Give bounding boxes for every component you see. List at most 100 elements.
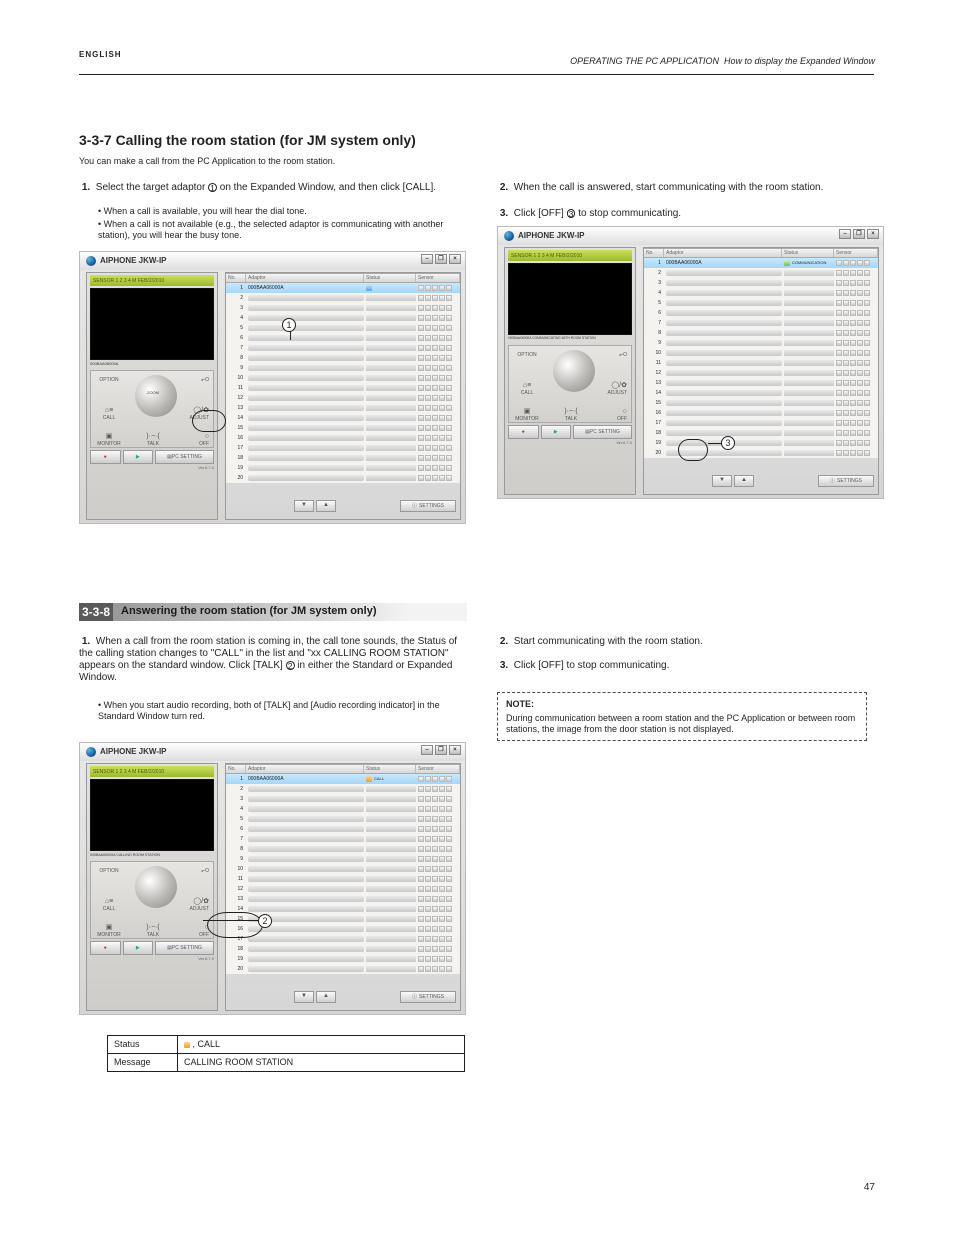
pc-setting-button[interactable]: ▤ PC SETTING bbox=[155, 941, 214, 955]
list-row[interactable]: 13 bbox=[644, 378, 878, 388]
page-up-button[interactable]: ▲ bbox=[316, 991, 336, 1003]
list-row[interactable]: 7 bbox=[226, 343, 460, 353]
list-row[interactable]: 2 bbox=[226, 784, 460, 794]
list-row[interactable]: 14 bbox=[226, 904, 460, 914]
list-row-selected[interactable]: 1 000BAA06000A bbox=[226, 283, 460, 293]
list-row[interactable]: 4 bbox=[226, 804, 460, 814]
settings-button[interactable]: ⓘ SETTINGS bbox=[818, 475, 874, 487]
list-row[interactable]: 8 bbox=[226, 844, 460, 854]
play-button[interactable]: ▶ bbox=[541, 425, 572, 439]
talk-button[interactable]: )·−·(TALK bbox=[557, 408, 585, 422]
list-row[interactable]: 18 bbox=[644, 428, 878, 438]
list-row[interactable]: 17 bbox=[226, 443, 460, 453]
off-button[interactable]: ○OFF bbox=[603, 408, 627, 422]
monitor-button[interactable]: ▣MONITOR bbox=[95, 924, 123, 938]
list-row[interactable]: 19 bbox=[226, 463, 460, 473]
list-row[interactable]: 15 bbox=[226, 423, 460, 433]
list-row[interactable]: 3 bbox=[226, 303, 460, 313]
list-row[interactable]: 5 bbox=[226, 814, 460, 824]
list-row[interactable]: 3 bbox=[226, 794, 460, 804]
option-button[interactable]: OPTION bbox=[95, 868, 123, 874]
list-row[interactable]: 10 bbox=[226, 864, 460, 874]
list-row[interactable]: 16 bbox=[226, 433, 460, 443]
off-button[interactable]: ○OFF bbox=[185, 433, 209, 447]
list-row[interactable]: 19 bbox=[226, 954, 460, 964]
list-row[interactable]: 6 bbox=[226, 824, 460, 834]
list-row[interactable]: 7 bbox=[226, 834, 460, 844]
page-down-button[interactable]: ▼ bbox=[294, 991, 314, 1003]
page-down-button[interactable]: ▼ bbox=[712, 475, 732, 487]
pc-setting-button[interactable]: ▤ PC SETTING bbox=[155, 450, 214, 464]
adjust-button[interactable]: ◯/✿ADJUST bbox=[181, 898, 209, 912]
min-icon[interactable]: – bbox=[421, 254, 433, 264]
adjust-button[interactable]: ◯/✿ADJUST bbox=[599, 382, 627, 396]
list-row-selected[interactable]: 1 000BAA06000A COMMUNICATION bbox=[644, 258, 878, 268]
call-button[interactable]: ⌂≡CALL bbox=[95, 898, 123, 912]
list-row[interactable]: 6 bbox=[226, 333, 460, 343]
list-row[interactable]: 11 bbox=[226, 874, 460, 884]
close-icon[interactable]: × bbox=[867, 229, 879, 239]
list-row[interactable]: 5 bbox=[226, 323, 460, 333]
settings-button[interactable]: ⓘ SETTINGS bbox=[400, 991, 456, 1003]
list-row[interactable]: 14 bbox=[226, 413, 460, 423]
list-row[interactable]: 6 bbox=[644, 308, 878, 318]
list-row[interactable]: 14 bbox=[644, 388, 878, 398]
list-row-selected[interactable]: 1 000BAA06000A CALL bbox=[226, 774, 460, 784]
record-button[interactable]: ● bbox=[90, 450, 121, 464]
monitor-button[interactable]: ▣MONITOR bbox=[95, 433, 123, 447]
restore-icon[interactable]: ❐ bbox=[435, 745, 447, 755]
call-button[interactable]: ⌂≡CALL bbox=[513, 382, 541, 396]
list-row[interactable]: 20 bbox=[226, 964, 460, 974]
key-icon[interactable]: ⟜O bbox=[603, 352, 627, 358]
zoom-dial[interactable] bbox=[135, 375, 177, 417]
close-icon[interactable]: × bbox=[449, 745, 461, 755]
list-row[interactable]: 11 bbox=[644, 358, 878, 368]
record-button[interactable]: ● bbox=[90, 941, 121, 955]
option-button[interactable]: OPTION bbox=[95, 377, 123, 383]
list-row[interactable]: 13 bbox=[226, 894, 460, 904]
list-row[interactable]: 7 bbox=[644, 318, 878, 328]
play-button[interactable]: ▶ bbox=[123, 450, 154, 464]
list-row[interactable]: 15 bbox=[644, 398, 878, 408]
list-row[interactable]: 8 bbox=[644, 328, 878, 338]
list-row[interactable]: 16 bbox=[644, 408, 878, 418]
list-row[interactable]: 2 bbox=[644, 268, 878, 278]
list-row[interactable]: 20 bbox=[226, 473, 460, 483]
talk-button[interactable]: )·−·(TALK bbox=[139, 433, 167, 447]
list-row[interactable]: 17 bbox=[226, 934, 460, 944]
min-icon[interactable]: – bbox=[421, 745, 433, 755]
record-button[interactable]: ● bbox=[508, 425, 539, 439]
list-row[interactable]: 12 bbox=[226, 884, 460, 894]
close-icon[interactable]: × bbox=[449, 254, 461, 264]
pc-setting-button[interactable]: ▤ PC SETTING bbox=[573, 425, 632, 439]
page-down-button[interactable]: ▼ bbox=[294, 500, 314, 512]
option-button[interactable]: OPTION bbox=[513, 352, 541, 358]
list-row[interactable]: 17 bbox=[644, 418, 878, 428]
list-row[interactable]: 2 bbox=[226, 293, 460, 303]
page-up-button[interactable]: ▲ bbox=[316, 500, 336, 512]
off-button[interactable]: ○OFF bbox=[185, 924, 209, 938]
min-icon[interactable]: – bbox=[839, 229, 851, 239]
list-row[interactable]: 12 bbox=[226, 393, 460, 403]
restore-icon[interactable]: ❐ bbox=[853, 229, 865, 239]
list-row[interactable]: 8 bbox=[226, 353, 460, 363]
list-row[interactable]: 9 bbox=[644, 338, 878, 348]
list-row[interactable]: 11 bbox=[226, 383, 460, 393]
talk-button[interactable]: )·−·(TALK bbox=[139, 924, 167, 938]
list-row[interactable]: 9 bbox=[226, 363, 460, 373]
list-row[interactable]: 18 bbox=[226, 944, 460, 954]
settings-button[interactable]: ⓘ SETTINGS bbox=[400, 500, 456, 512]
list-row[interactable]: 5 bbox=[644, 298, 878, 308]
play-button[interactable]: ▶ bbox=[123, 941, 154, 955]
key-icon[interactable]: ⟜O bbox=[185, 868, 209, 874]
list-row[interactable]: 9 bbox=[226, 854, 460, 864]
list-row[interactable]: 18 bbox=[226, 453, 460, 463]
zoom-dial[interactable] bbox=[553, 350, 595, 392]
list-row[interactable]: 3 bbox=[644, 278, 878, 288]
key-icon[interactable]: ⟜O bbox=[185, 377, 209, 383]
zoom-dial[interactable] bbox=[135, 866, 177, 908]
list-row[interactable]: 4 bbox=[644, 288, 878, 298]
list-row[interactable]: 10 bbox=[644, 348, 878, 358]
list-row[interactable]: 10 bbox=[226, 373, 460, 383]
list-row[interactable]: 4 bbox=[226, 313, 460, 323]
